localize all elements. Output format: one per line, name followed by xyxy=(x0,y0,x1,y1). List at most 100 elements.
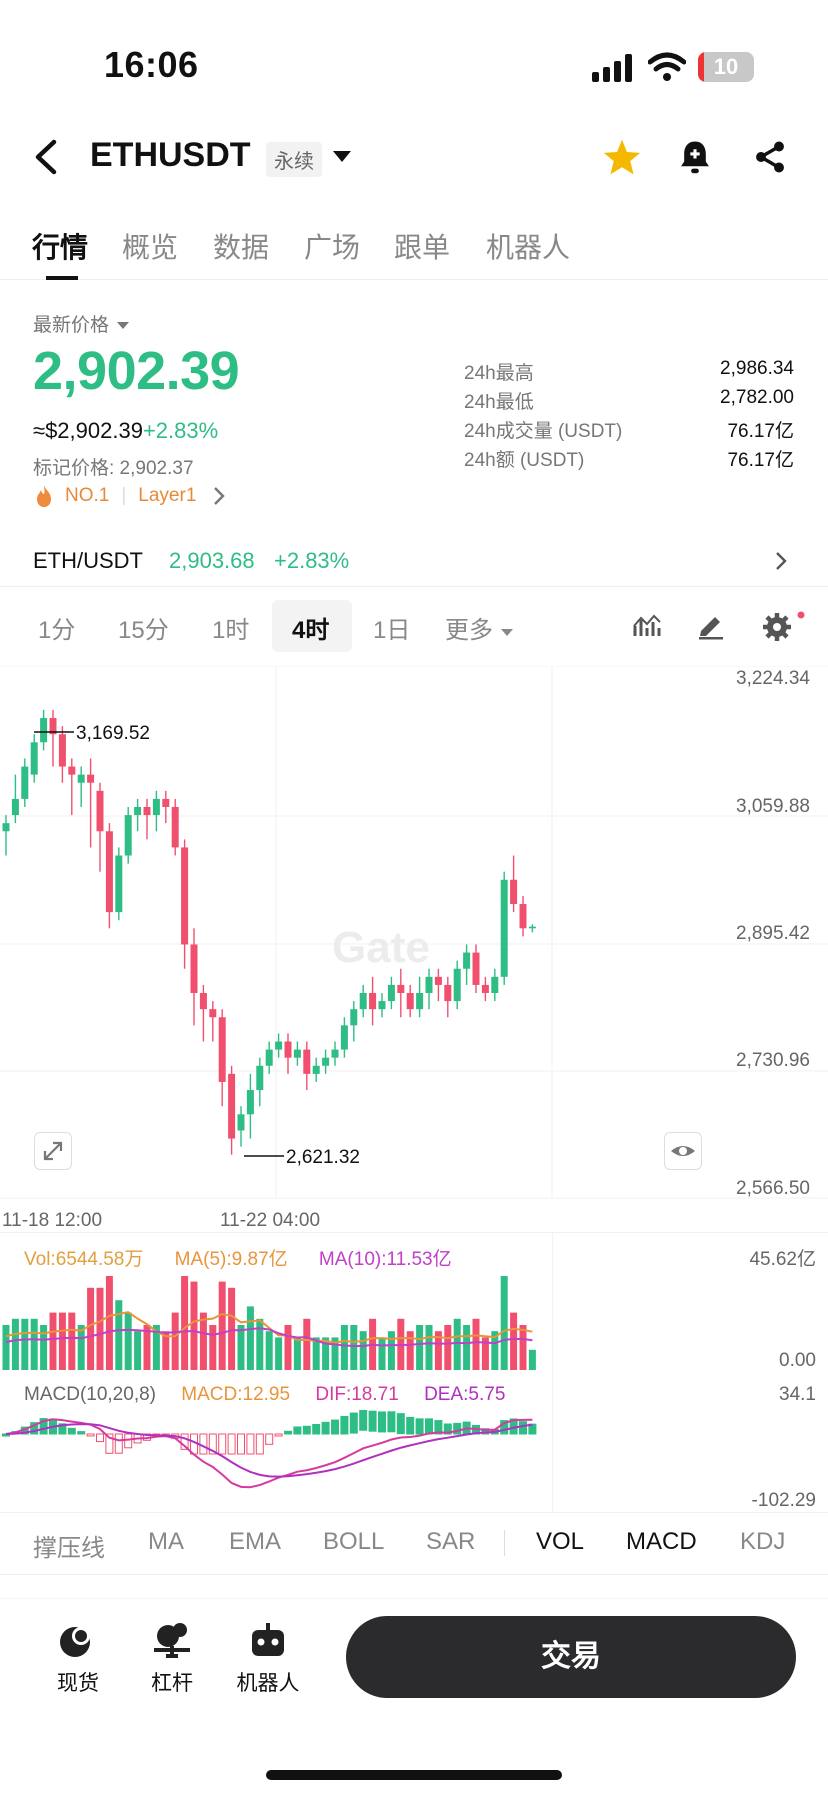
price-axis-label: 2,566.50 xyxy=(736,1178,810,1199)
macd-histogram-bar xyxy=(77,1431,86,1435)
macd-histogram-bar xyxy=(255,1433,264,1455)
candle-body xyxy=(322,1057,330,1066)
volume-bar xyxy=(58,1312,66,1370)
candle-body xyxy=(218,1017,226,1082)
volume-bar xyxy=(275,1337,283,1370)
candle-body xyxy=(303,1049,311,1074)
volume-bar xyxy=(181,1276,189,1370)
indicator-sar[interactable]: SAR xyxy=(426,1528,475,1556)
star-icon[interactable] xyxy=(602,138,642,176)
macd-histogram-bar xyxy=(312,1424,321,1435)
tab-copytrade[interactable]: 跟单 xyxy=(394,226,450,266)
interval-4h[interactable]: 4时 xyxy=(292,610,329,645)
macd-legend: MACD(10,20,8) MACD:12.95 DIF:18.71 DEA:5… xyxy=(24,1384,505,1406)
status-time: 16:06 xyxy=(104,44,199,85)
last-price: 2,902.39 xyxy=(33,341,240,401)
fire-icon xyxy=(37,485,51,507)
volume-bar xyxy=(209,1325,217,1370)
contract-type-tag: 永续 xyxy=(266,142,322,177)
indicator-ema[interactable]: EMA xyxy=(229,1528,281,1556)
stat-high-label: 24h最高 xyxy=(464,363,534,384)
interval-1d[interactable]: 1日 xyxy=(373,610,410,645)
tab-square[interactable]: 广场 xyxy=(304,226,360,266)
interval-more[interactable]: 更多 xyxy=(445,610,514,645)
draw-pencil-icon[interactable] xyxy=(696,612,726,640)
nav-leverage[interactable]: 杠杆 xyxy=(122,1620,222,1697)
nav-spot[interactable]: 现货 xyxy=(28,1620,128,1697)
stat-volume-value: 76.17亿 xyxy=(727,421,794,442)
volume-bar xyxy=(387,1331,395,1370)
volume-bar xyxy=(124,1312,132,1370)
usd-price-row: ≈$2,902.39+2.83% xyxy=(33,418,218,444)
candle-body xyxy=(284,1041,292,1058)
macd-histogram-bar xyxy=(302,1425,311,1435)
fullscreen-button[interactable] xyxy=(34,1132,72,1170)
nav-robot[interactable]: 机器人 xyxy=(218,1620,318,1697)
dif-value: DIF:18.71 xyxy=(315,1384,399,1405)
price-type-selector[interactable]: 最新价格 xyxy=(33,310,130,337)
macd-histogram-bar xyxy=(293,1426,302,1435)
spot-pair-name: ETH/USDT xyxy=(33,548,143,573)
macd-histogram-bar xyxy=(265,1433,274,1445)
indicator-support[interactable]: 撑压线 xyxy=(33,1528,105,1563)
volume-bar xyxy=(134,1331,142,1370)
dea-value: DEA:5.75 xyxy=(424,1384,506,1405)
bell-plus-icon[interactable] xyxy=(678,138,712,176)
stat-high-value: 2,986.34 xyxy=(720,358,794,379)
caret-down-icon[interactable] xyxy=(332,150,352,164)
tab-bot[interactable]: 机器人 xyxy=(486,226,570,266)
tab-market[interactable]: 行情 xyxy=(32,226,88,266)
candle-body xyxy=(416,992,424,1010)
spot-icon xyxy=(60,1627,90,1657)
interval-1m[interactable]: 1分 xyxy=(38,610,75,645)
candle-body xyxy=(312,1065,320,1074)
macd-histogram-bar xyxy=(331,1419,339,1435)
candlestick-chart[interactable]: Gate 3,224.34 3,059.88 2,895.42 2,730.96… xyxy=(0,666,828,1226)
candle-body xyxy=(453,968,461,1002)
indicator-ma[interactable]: MA xyxy=(148,1528,184,1556)
indicator-kdj[interactable]: KDJ xyxy=(740,1528,785,1556)
interval-15m[interactable]: 15分 xyxy=(118,610,169,645)
spot-pair-row[interactable]: ETH/USDT 2,903.68 +2.83% xyxy=(0,536,828,586)
trade-button[interactable]: 交易 xyxy=(346,1616,796,1698)
rank-tag: NO.1 xyxy=(65,485,110,506)
rank-tags[interactable]: NO.1 | Layer1 xyxy=(33,484,226,508)
macd-histogram-bar xyxy=(218,1433,227,1455)
macd-histogram-bar xyxy=(67,1427,76,1435)
volume-bar xyxy=(96,1287,104,1370)
candle-body xyxy=(387,984,395,1002)
tab-data[interactable]: 数据 xyxy=(213,226,269,266)
indicator-vol[interactable]: VOL xyxy=(536,1528,584,1556)
candle-body xyxy=(434,976,442,985)
chart-settings-gear-icon[interactable] xyxy=(760,608,806,642)
macd-histogram-bar xyxy=(378,1411,386,1433)
macd-histogram-bar xyxy=(284,1430,292,1435)
volume-bar xyxy=(528,1349,536,1370)
visibility-toggle-button[interactable] xyxy=(664,1132,702,1170)
candle-body xyxy=(500,879,508,977)
volume-bar xyxy=(237,1325,245,1370)
volume-bar xyxy=(425,1325,433,1370)
volume-bar xyxy=(463,1325,471,1370)
interval-1h[interactable]: 1时 xyxy=(212,610,249,645)
leverage-icon xyxy=(154,1623,190,1658)
back-chevron-icon[interactable] xyxy=(32,138,60,176)
candle-body xyxy=(77,774,85,783)
share-icon[interactable] xyxy=(752,138,788,176)
macd-histogram-bar xyxy=(340,1415,349,1435)
candle-body xyxy=(199,992,207,1010)
indicator-macd[interactable]: MACD xyxy=(626,1528,697,1556)
symbol-title[interactable]: ETHUSDT xyxy=(90,136,251,175)
candle-body xyxy=(152,798,160,816)
volume-bar xyxy=(199,1312,207,1370)
macd-title: MACD(10,20,8) xyxy=(24,1384,156,1405)
indicator-icon[interactable] xyxy=(632,612,662,640)
volume-bar xyxy=(500,1276,508,1370)
candle-body xyxy=(256,1065,264,1091)
candle-body xyxy=(528,926,536,929)
volume-bar xyxy=(453,1318,461,1370)
candle-body xyxy=(209,1009,217,1018)
candle-body xyxy=(350,1009,358,1026)
tab-overview[interactable]: 概览 xyxy=(122,226,178,266)
indicator-boll[interactable]: BOLL xyxy=(323,1528,384,1556)
